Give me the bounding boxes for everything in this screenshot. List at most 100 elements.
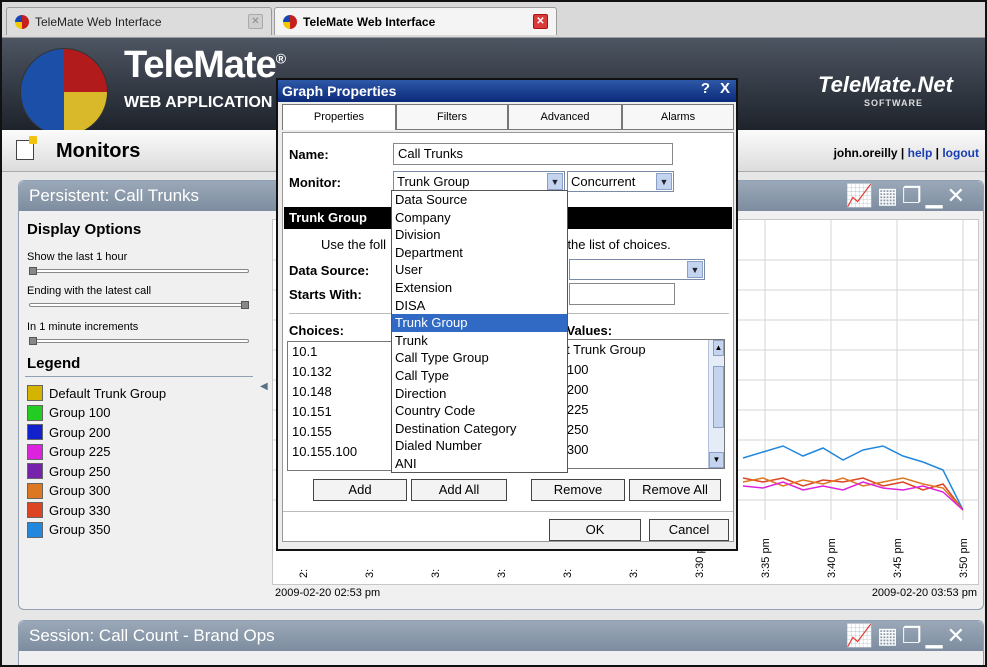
tab-filters[interactable]: Filters [396, 104, 508, 130]
legend-label: Group 330 [49, 502, 111, 518]
ending-slider-handle[interactable] [241, 301, 249, 309]
time-range-slider-handle[interactable] [29, 267, 37, 275]
legend-label: Group 100 [49, 405, 111, 420]
dropdown-option[interactable]: User [392, 261, 567, 279]
mode-select-value: Concurrent [571, 174, 636, 189]
close-icon[interactable]: ✕ [533, 14, 548, 29]
chart-start-date: 2009-02-20 02:53 pm [275, 587, 381, 599]
dropdown-option[interactable]: Data Source [392, 191, 567, 209]
choice-item[interactable]: 10.151 [288, 402, 406, 422]
browser-tab-active[interactable]: TeleMate Web Interface ✕ [274, 7, 557, 35]
close-icon[interactable]: ✕ [947, 623, 969, 648]
dropdown-option[interactable]: Country Code [392, 402, 567, 420]
tab-advanced[interactable]: Advanced [508, 104, 622, 130]
browser-tab-inactive[interactable]: TeleMate Web Interface ✕ [6, 7, 272, 35]
add-all-button[interactable]: Add All [411, 479, 507, 501]
monitor-select[interactable]: Trunk Group ▼ [393, 171, 565, 192]
tab-alarms[interactable]: Alarms [622, 104, 734, 130]
dialog-close-button[interactable]: X [720, 80, 730, 97]
panel-header: Session: Call Count - Brand Ops 📈▦❐▁✕ [19, 621, 983, 651]
scroll-down-icon[interactable]: ▼ [709, 452, 724, 468]
help-icon[interactable]: ? [701, 80, 710, 97]
selected-value-item[interactable]: p 225 [552, 400, 724, 420]
legend-swatch [27, 521, 43, 538]
choice-item[interactable]: 10.1 [288, 342, 406, 362]
remove-button[interactable]: Remove [531, 479, 625, 501]
instruction-text-right: m the list of choices. [553, 237, 671, 252]
series-line [742, 481, 964, 511]
x-tick-label: 3: [628, 569, 640, 578]
dropdown-option[interactable]: Call Type [392, 367, 567, 385]
new-monitor-icon[interactable] [16, 136, 37, 160]
choices-listbox[interactable]: 10.1 10.132 10.148 10.151 10.155 10.155.100 [287, 341, 407, 471]
increment-label: In 1 minute increments [27, 321, 139, 333]
tab-properties[interactable]: Properties [282, 104, 396, 130]
selected-values-list: ult Trunk Group p 100 p 200 p 225 p 250 p 300 [552, 340, 724, 460]
increment-slider-handle[interactable] [29, 337, 37, 345]
graph-properties-icon[interactable]: ▦ [877, 183, 902, 208]
selected-values-listbox[interactable]: ult Trunk Group p 100 p 200 p 225 p 250 p 300… [551, 339, 725, 469]
add-button[interactable]: Add [313, 479, 407, 501]
monitor-dropdown-list[interactable]: Data Source Company Division Department User… [391, 190, 568, 473]
ending-slider[interactable] [29, 303, 249, 307]
dropdown-option[interactable]: Department [392, 244, 567, 262]
minimize-icon[interactable]: ▁ [926, 183, 947, 208]
mode-select[interactable]: Concurrent ▼ [567, 171, 674, 192]
dropdown-option[interactable]: ANI [392, 455, 567, 473]
starts-with-field[interactable] [569, 283, 675, 305]
choices-label: Choices: [289, 323, 344, 338]
chevron-down-icon[interactable]: ▼ [687, 261, 703, 278]
minimize-icon[interactable]: ▁ [926, 623, 947, 648]
ok-button[interactable]: OK [549, 519, 641, 541]
help-link[interactable]: help [908, 146, 933, 160]
dropdown-option[interactable]: Call Type Group [392, 349, 567, 367]
collapse-legend-icon[interactable]: ◀ [260, 381, 268, 392]
line-chart-icon[interactable]: 📈 [846, 183, 877, 208]
legend-swatch [27, 463, 43, 479]
selected-value-item[interactable]: p 300 [552, 440, 724, 460]
choice-item[interactable]: 10.155 [288, 422, 406, 442]
restore-window-icon[interactable]: ❐ [902, 623, 926, 648]
graph-properties-icon[interactable]: ▦ [877, 623, 902, 648]
choice-item[interactable]: 10.132 [288, 362, 406, 382]
monitor-select-value: Trunk Group [397, 174, 470, 189]
remove-all-button[interactable]: Remove All [629, 479, 721, 501]
close-icon[interactable]: ✕ [947, 183, 969, 208]
dropdown-option[interactable]: Trunk [392, 332, 567, 350]
time-range-slider[interactable] [29, 269, 249, 273]
dropdown-option[interactable]: Direction [392, 385, 567, 403]
restore-window-icon[interactable]: ❐ [902, 183, 926, 208]
selected-value-item[interactable]: p 100 [552, 360, 724, 380]
line-chart-icon[interactable]: 📈 [846, 623, 877, 648]
increment-slider[interactable] [29, 339, 249, 343]
chevron-down-icon[interactable]: ▼ [547, 173, 563, 190]
selected-value-item[interactable]: ult Trunk Group [552, 340, 724, 360]
selected-value-item[interactable]: p 200 [552, 380, 724, 400]
legend-item: Group 100 [27, 404, 111, 421]
scroll-up-icon[interactable]: ▲ [713, 340, 724, 356]
dropdown-option[interactable]: Dialed Number [392, 437, 567, 455]
logout-link[interactable]: logout [942, 146, 979, 160]
scrollbar-thumb[interactable] [713, 366, 724, 428]
cancel-button[interactable]: Cancel [649, 519, 729, 541]
close-icon[interactable]: ✕ [248, 14, 263, 29]
choice-item[interactable]: 10.155.100 [288, 442, 406, 462]
legend-item: Group 250 [27, 463, 110, 479]
name-field[interactable]: Call Trunks [393, 143, 673, 165]
dropdown-option[interactable]: Destination Category [392, 420, 567, 438]
choice-item[interactable]: 10.148 [288, 382, 406, 402]
dropdown-option[interactable]: Extension [392, 279, 567, 297]
scrollbar[interactable]: ▲ ▼ [708, 340, 724, 468]
selected-value-item[interactable]: p 250 [552, 420, 724, 440]
panel-title: Persistent: Call Trunks [29, 186, 200, 205]
section-title: Trunk Group [289, 210, 367, 225]
chevron-down-icon[interactable]: ▼ [656, 173, 672, 190]
dropdown-option[interactable]: Company [392, 209, 567, 227]
username: john.oreilly [833, 146, 898, 160]
dropdown-option[interactable]: Trunk Group [392, 314, 567, 332]
data-source-select[interactable]: ▼ [569, 259, 705, 280]
legend-label: Default Trunk Group [49, 385, 167, 401]
dropdown-option[interactable]: Division [392, 226, 567, 244]
telemate-net-subtitle: SOFTWARE [864, 98, 923, 108]
dropdown-option[interactable]: DISA [392, 297, 567, 315]
